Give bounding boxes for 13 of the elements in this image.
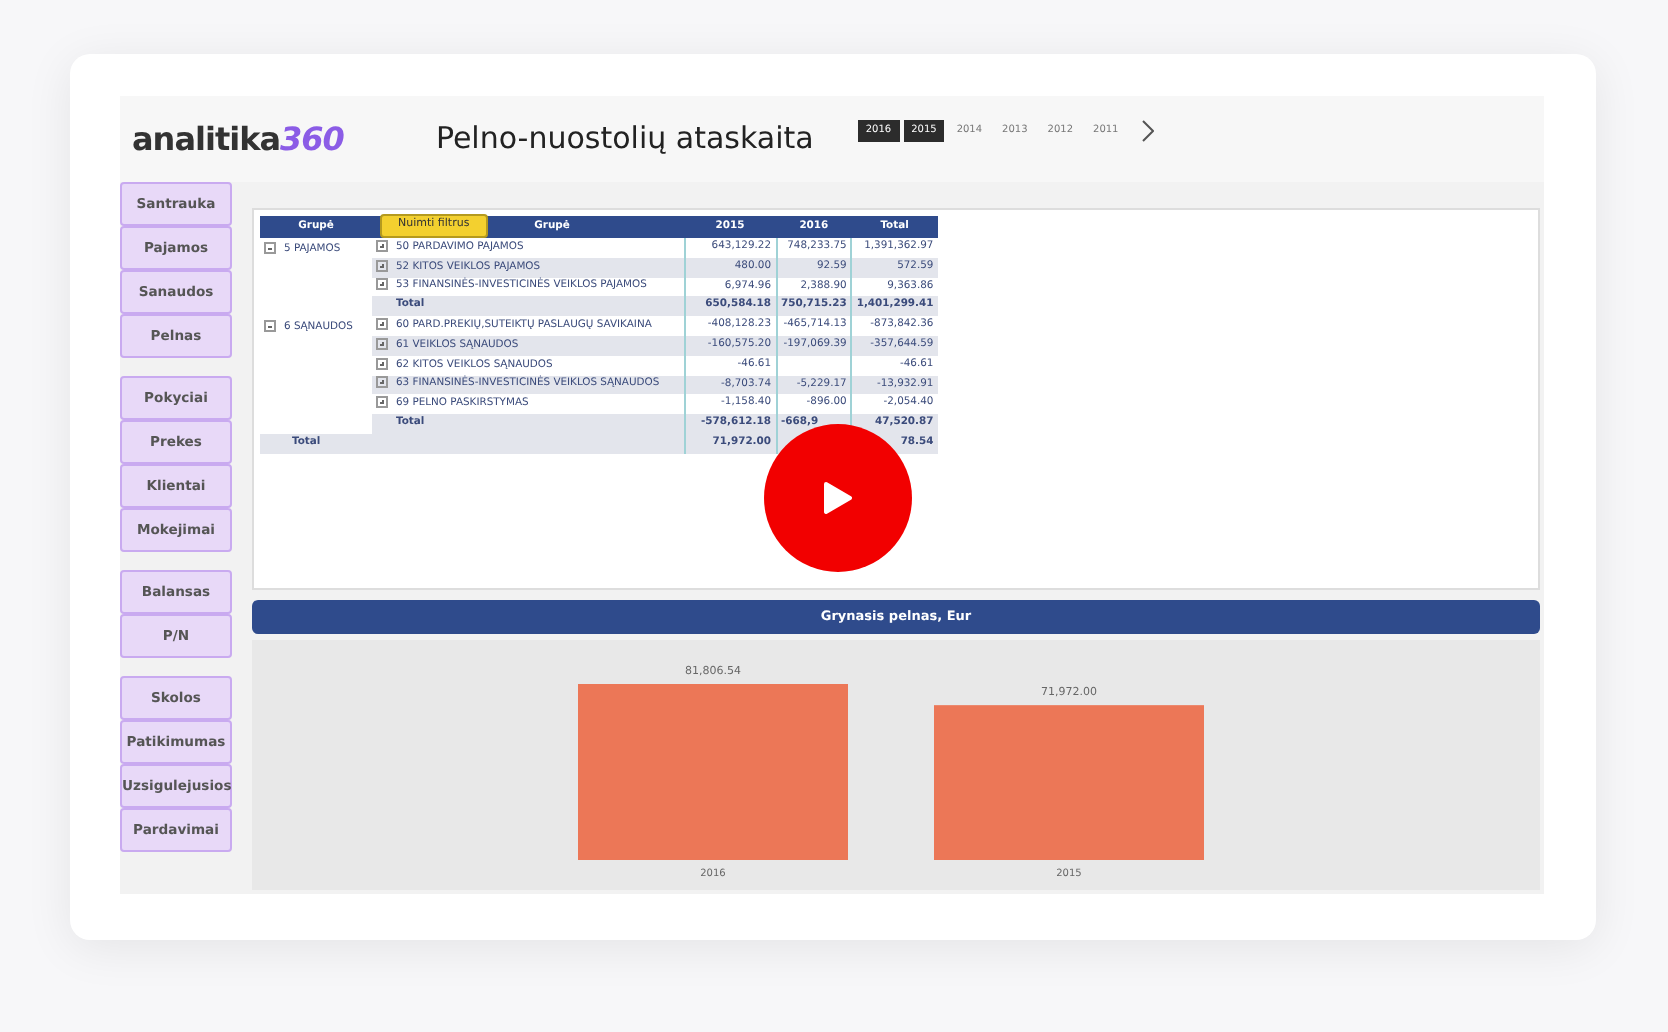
expand-icon[interactable]: [376, 259, 388, 272]
play-icon: [822, 480, 854, 516]
expand-icon[interactable]: [376, 396, 388, 409]
expand-icon[interactable]: [376, 239, 388, 252]
expand-icon[interactable]: [376, 376, 388, 389]
expand-icon[interactable]: [376, 357, 388, 370]
logo: analitika360: [132, 117, 344, 161]
expand-icon[interactable]: [376, 278, 388, 291]
report-title: Pelno-nuostolių ataskaita: [435, 118, 814, 161]
expand-icon[interactable]: [376, 317, 388, 330]
expand-icon[interactable]: [376, 337, 388, 350]
collapse-icon[interactable]: [264, 242, 276, 254]
collapse-icon[interactable]: [264, 320, 276, 333]
